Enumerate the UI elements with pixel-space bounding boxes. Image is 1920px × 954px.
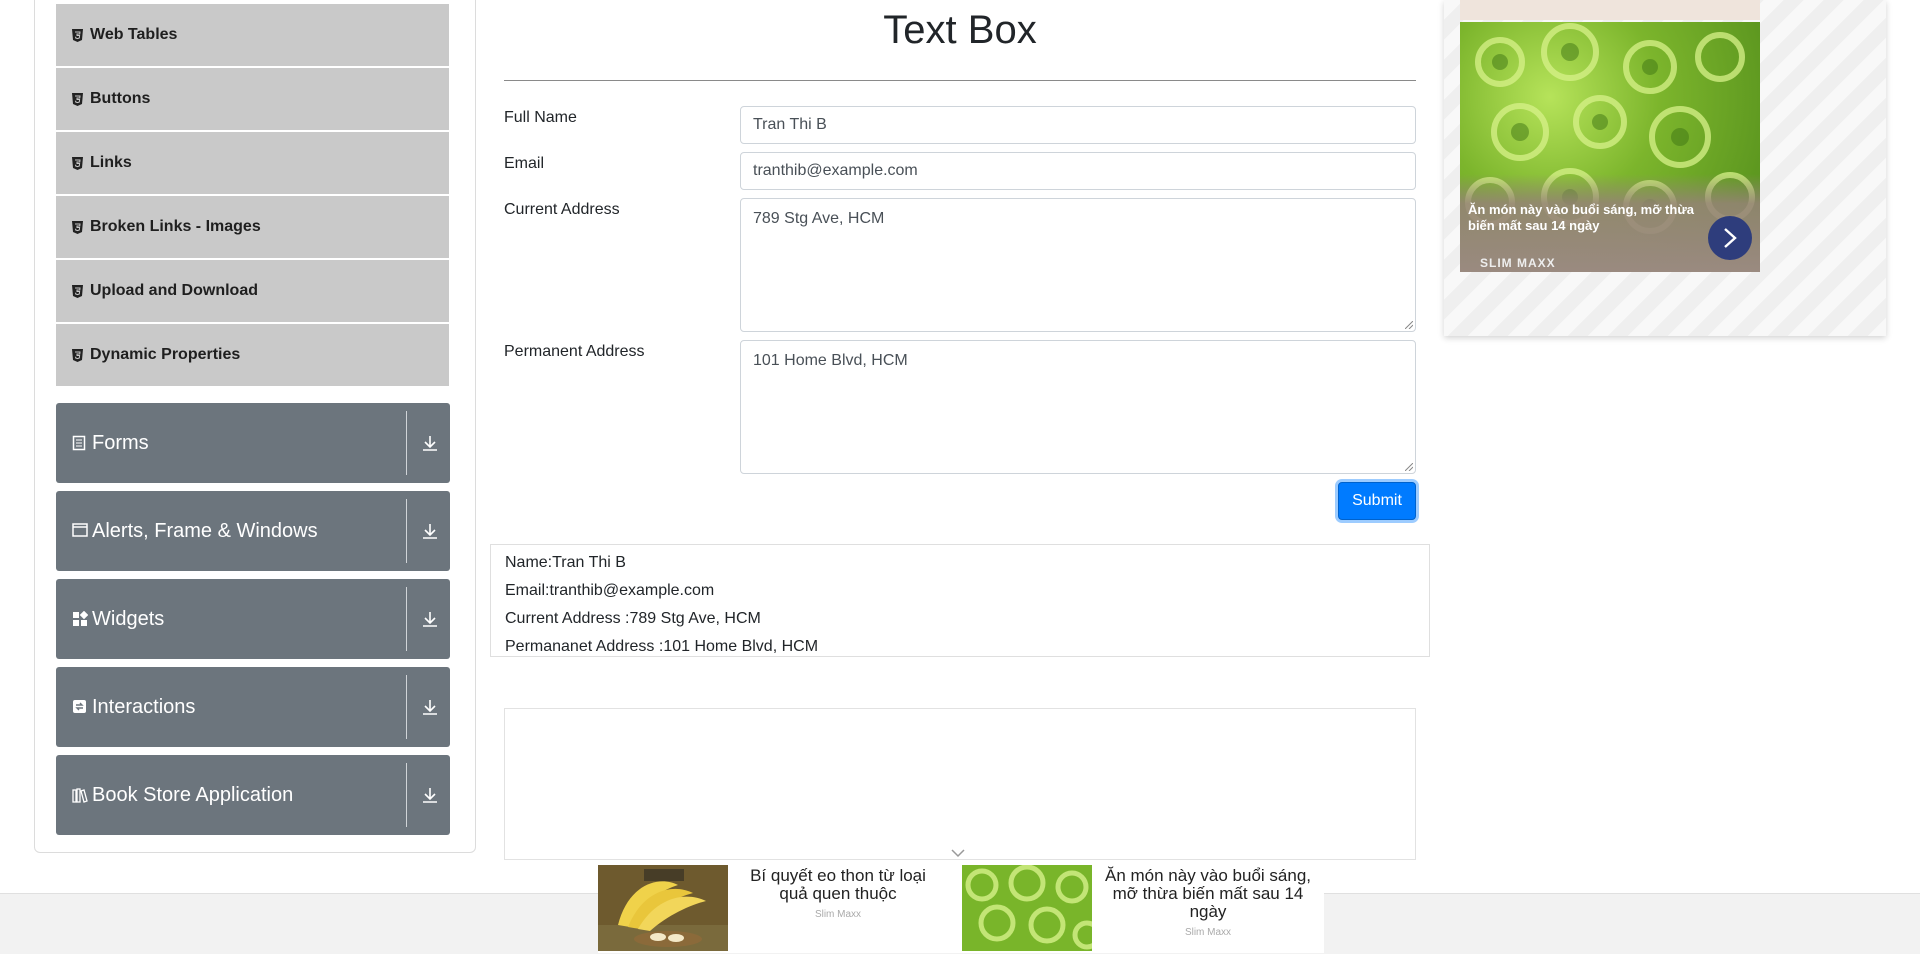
html5-icon xyxy=(70,219,84,235)
ad-placeholder xyxy=(504,708,1416,860)
html5-icon xyxy=(70,155,84,171)
ad-title[interactable]: Bí quyết eo thon từ loại quả quen thuộc xyxy=(738,867,938,903)
submit-button[interactable]: Submit xyxy=(1338,482,1416,520)
sidebar-item-label: Upload and Download xyxy=(90,282,258,299)
html5-icon xyxy=(70,347,84,363)
sidebar-item-dynamic-properties[interactable]: Dynamic Properties xyxy=(56,324,449,386)
ad-brand: Slim Maxx xyxy=(1184,927,1232,938)
download-icon[interactable] xyxy=(420,697,440,717)
output-name: Name:Tran Thi B xyxy=(505,554,626,571)
resize-handle-icon[interactable] xyxy=(1405,463,1413,471)
sidebar-item-links[interactable]: Links xyxy=(56,132,449,194)
sidebar-item-label: Buttons xyxy=(90,90,151,107)
permanent-address-value: 101 Home Blvd, HCM xyxy=(753,352,908,369)
divider xyxy=(504,80,1416,81)
html5-icon xyxy=(70,27,84,43)
html5-icon xyxy=(70,283,84,299)
ad-caption[interactable]: Ăn món này vào buổi sáng, mỡ thừa biến m… xyxy=(1468,202,1718,234)
sidebar-item-label: Dynamic Properties xyxy=(90,346,241,363)
download-icon[interactable] xyxy=(420,609,440,629)
ad-title[interactable]: Ăn món này vào buổi sáng, mỡ thừa biến m… xyxy=(1092,867,1324,921)
window-icon xyxy=(72,523,88,539)
sidebar-item-label: Links xyxy=(90,154,132,171)
group-header-book-store[interactable]: Book Store Application xyxy=(56,755,450,835)
form-icon xyxy=(72,435,88,451)
ad-image[interactable] xyxy=(962,865,1092,951)
html5-icon xyxy=(70,91,84,107)
bottom-ad[interactable]: Bí quyết eo thon từ loại quả quen thuộc … xyxy=(598,863,1324,953)
sidebar-item-broken-links[interactable]: Broken Links - Images xyxy=(56,196,449,258)
group-label: Alerts, Frame & Windows xyxy=(92,519,318,542)
current-address-label: Current Address xyxy=(504,201,620,218)
divider xyxy=(406,763,407,827)
divider xyxy=(406,411,407,475)
full-name-input[interactable]: Tran Thi B xyxy=(740,106,1416,144)
ad-band xyxy=(1460,0,1760,20)
download-icon[interactable] xyxy=(420,433,440,453)
sidebar-item-buttons[interactable]: Buttons xyxy=(56,68,449,130)
permanent-address-textarea[interactable]: 101 Home Blvd, HCM xyxy=(740,340,1416,474)
chevron-right-icon[interactable] xyxy=(1708,216,1752,260)
download-icon[interactable] xyxy=(420,785,440,805)
output-box: Name:Tran Thi B Email:tranthib@example.c… xyxy=(490,544,1430,657)
resize-handle-icon[interactable] xyxy=(1405,321,1413,329)
sidebar-item-label: Web Tables xyxy=(90,26,178,43)
output-current-address: Current Address :789 Stg Ave, HCM xyxy=(505,610,761,627)
download-icon[interactable] xyxy=(420,521,440,541)
sidebar-item-web-tables[interactable]: Web Tables xyxy=(56,4,449,66)
group-label: Forms xyxy=(92,431,149,454)
divider xyxy=(406,587,407,651)
group-header-forms[interactable]: Forms xyxy=(56,403,450,483)
sidebar-item-upload-download[interactable]: Upload and Download xyxy=(56,260,449,322)
books-icon xyxy=(72,787,88,803)
interactions-icon xyxy=(72,699,88,715)
group-label: Book Store Application xyxy=(92,783,294,806)
divider xyxy=(406,675,407,739)
current-address-value: 789 Stg Ave, HCM xyxy=(753,210,885,227)
group-label: Interactions xyxy=(92,695,196,718)
current-address-textarea[interactable]: 789 Stg Ave, HCM xyxy=(740,198,1416,332)
chevron-down-icon[interactable] xyxy=(950,848,966,858)
right-ad[interactable]: Ăn món này vào buổi sáng, mỡ thừa biến m… xyxy=(1444,0,1886,336)
group-header-widgets[interactable]: Widgets xyxy=(56,579,450,659)
sidebar-item-label: Broken Links - Images xyxy=(90,218,261,235)
group-header-interactions[interactable]: Interactions xyxy=(56,667,450,747)
ad-image[interactable] xyxy=(598,865,728,951)
email-input[interactable]: tranthib@example.com xyxy=(740,152,1416,190)
ad-brand: SLIM MAXX xyxy=(1480,256,1556,270)
output-permanent-address: Permananet Address :101 Home Blvd, HCM xyxy=(505,638,819,655)
full-name-label: Full Name xyxy=(504,109,577,126)
email-label: Email xyxy=(504,155,545,172)
page-title: Text Box xyxy=(883,8,1037,52)
ad-brand: Slim Maxx xyxy=(814,909,862,920)
widgets-icon xyxy=(72,611,88,627)
divider xyxy=(406,499,407,563)
group-header-alerts[interactable]: Alerts, Frame & Windows xyxy=(56,491,450,571)
output-email: Email:tranthib@example.com xyxy=(505,582,715,599)
group-label: Widgets xyxy=(92,607,165,630)
permanent-address-label: Permanent Address xyxy=(504,343,645,360)
